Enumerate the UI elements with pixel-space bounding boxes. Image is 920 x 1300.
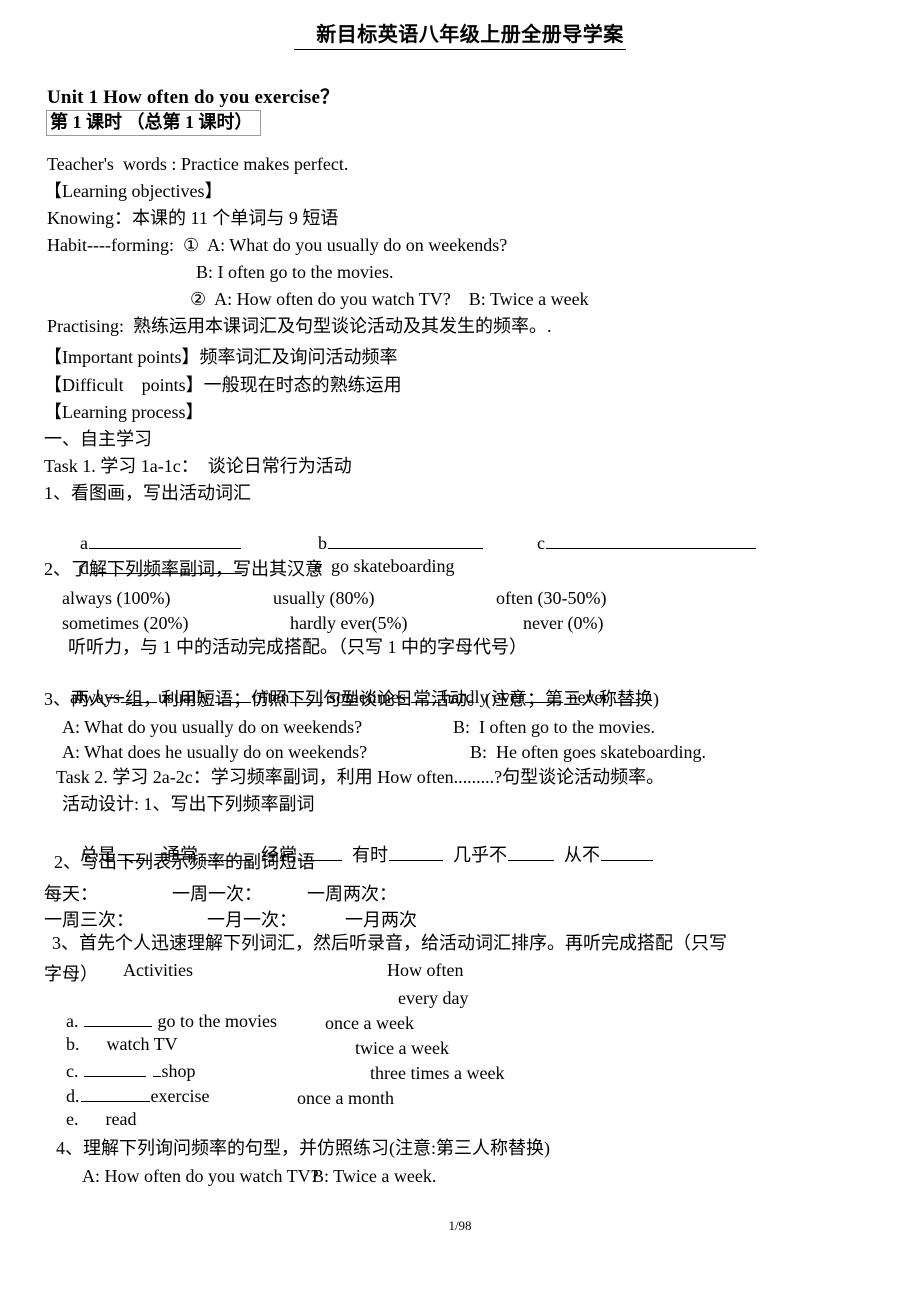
learning-process-label: 【Learning process】 <box>44 402 204 422</box>
unit-heading: Unit 1 How often do you exercise？ <box>47 87 340 108</box>
task2-dialog-question: A: How often do you watch TV? <box>82 1166 319 1186</box>
adverb-blank-never[interactable] <box>601 843 653 861</box>
document-page: 新目标英语八年级上册全册导学案 Unit 1 How often do you … <box>0 0 920 1300</box>
document-title: 新目标英语八年级上册全册导学案 <box>0 18 920 50</box>
adverb-blank-sometimes[interactable] <box>389 843 443 861</box>
phrase-twice-a-month: 一月两次 <box>345 910 417 930</box>
listening-note: 听听力，与 1 中的活动完成搭配。（只写 1 中的字母代号） <box>68 637 527 657</box>
teachers-words: Teacher's words : Practice makes perfect… <box>47 154 349 174</box>
important-points-line: 【Important points】频率词汇及询问活动频率 <box>44 347 398 367</box>
row-how-often: three times a week <box>370 1063 505 1083</box>
adverb-blank-label-never: 从不 <box>564 845 600 865</box>
task2-dialog-answer: B: Twice a week. <box>312 1166 437 1186</box>
adverb-blank-hardly-ever[interactable] <box>508 843 554 861</box>
dialog1-question: A: What do you usually do on weekends? <box>62 717 363 737</box>
adverb-often: often (30-50%) <box>496 588 607 608</box>
row-letter: e. <box>66 1109 79 1129</box>
adverb-always: always (100%) <box>62 588 171 608</box>
row-activity: read <box>105 1109 137 1129</box>
column-header-activities: Activities <box>123 960 193 980</box>
dialog2-answer: B: He often goes skateboarding. <box>470 742 706 762</box>
phrase-once-a-month: 一月一次： <box>207 910 297 930</box>
knowing-line: Knowing：本课的 11 个单词与 9 短语 <box>47 208 339 228</box>
row-how-often: once a month <box>297 1088 394 1108</box>
habit-forming-line-2: ② A: How often do you watch TV? B: Twice… <box>190 289 589 309</box>
task1-heading: Task 1. 学习 1a-1c： 谈论日常行为活动 <box>44 456 352 476</box>
adverb-sometimes: sometimes (20%) <box>62 613 189 633</box>
adverb-hardly-ever: hardly ever(5%) <box>290 613 408 633</box>
adverb-blank-label-sometimes: 有时 <box>352 845 388 865</box>
sub3-heading: 3、两人一组，利用短语；仿照下列句型谈论日常活动。(注意；第三人称替换) <box>44 689 659 709</box>
row-how-often: twice a week <box>355 1038 449 1058</box>
picture-item-c-label: c <box>537 533 545 554</box>
task2-heading: Task 2. 学习 2a-2c：学习频率副词，利用 How often....… <box>56 767 665 787</box>
task2-sub4-heading: 4、理解下列询问频率的句型，并仿照练习(注意:第三人称替换) <box>56 1138 550 1158</box>
document-title-text: 新目标英语八年级上册全册导学案 <box>294 18 626 50</box>
task2-activity-design: 活动设计: 1、写出下列频率副词 <box>62 794 315 814</box>
period-box: 第 1 课时 （总第 1 课时） <box>46 110 261 136</box>
phrase-every-day: 每天： <box>44 884 98 904</box>
sub1-heading: 1、看图画，写出活动词汇 <box>44 483 251 503</box>
section-one-heading: 一、自主学习 <box>44 429 152 449</box>
phrase-once-a-week: 一周一次： <box>172 884 262 904</box>
sub2-heading: 2、了解下列频率副词，写出其汉意 <box>44 559 323 579</box>
task2-sub2-heading: 2、写出下列表示频率的副词短语 <box>54 852 315 872</box>
phrase-twice-a-week: 一周两次： <box>307 884 397 904</box>
adverb-never: never (0%) <box>523 613 604 633</box>
learning-objectives-label: 【Learning objectives】 <box>44 181 223 201</box>
picture-item-c-blank[interactable] <box>546 531 756 550</box>
dialog2-question: A: What does he usually do on weekends? <box>62 742 368 762</box>
phrase-three-times-a-week: 一周三次： <box>44 910 134 930</box>
dialog1-answer: B: I often go to the movies. <box>453 717 655 737</box>
picture-item-e-value: go skateboarding <box>331 556 455 576</box>
adverb-blank-label-hardly-ever: 几乎不 <box>453 845 507 865</box>
column-header-how-often: How often <box>387 960 464 980</box>
row-how-often: once a week <box>325 1013 414 1033</box>
habit-forming-line: Habit----forming: ① A: What do you usual… <box>47 235 508 255</box>
task2-sub3-line1: 3、首先个人迅速理解下列词汇，然后听录音，给活动词汇排序。再听完成搭配（只写 <box>52 933 727 953</box>
row-activity: exercise <box>150 1086 210 1107</box>
page-number: 1/98 <box>448 1218 472 1233</box>
difficult-points-line: 【Difficult points】一般现在时态的熟练运用 <box>44 375 402 395</box>
picture-item-c: c <box>519 510 757 575</box>
practising-line: Practising: 熟练运用本课词汇及句型谈论活动及其发生的频率。. <box>47 316 552 336</box>
habit-forming-reply: B: I often go to the movies. <box>196 262 394 282</box>
row-how-often: every day <box>398 988 469 1008</box>
adverb-usually: usually (80%) <box>273 588 375 608</box>
task2-sub3-line2-prefix: 字母） <box>44 964 98 984</box>
